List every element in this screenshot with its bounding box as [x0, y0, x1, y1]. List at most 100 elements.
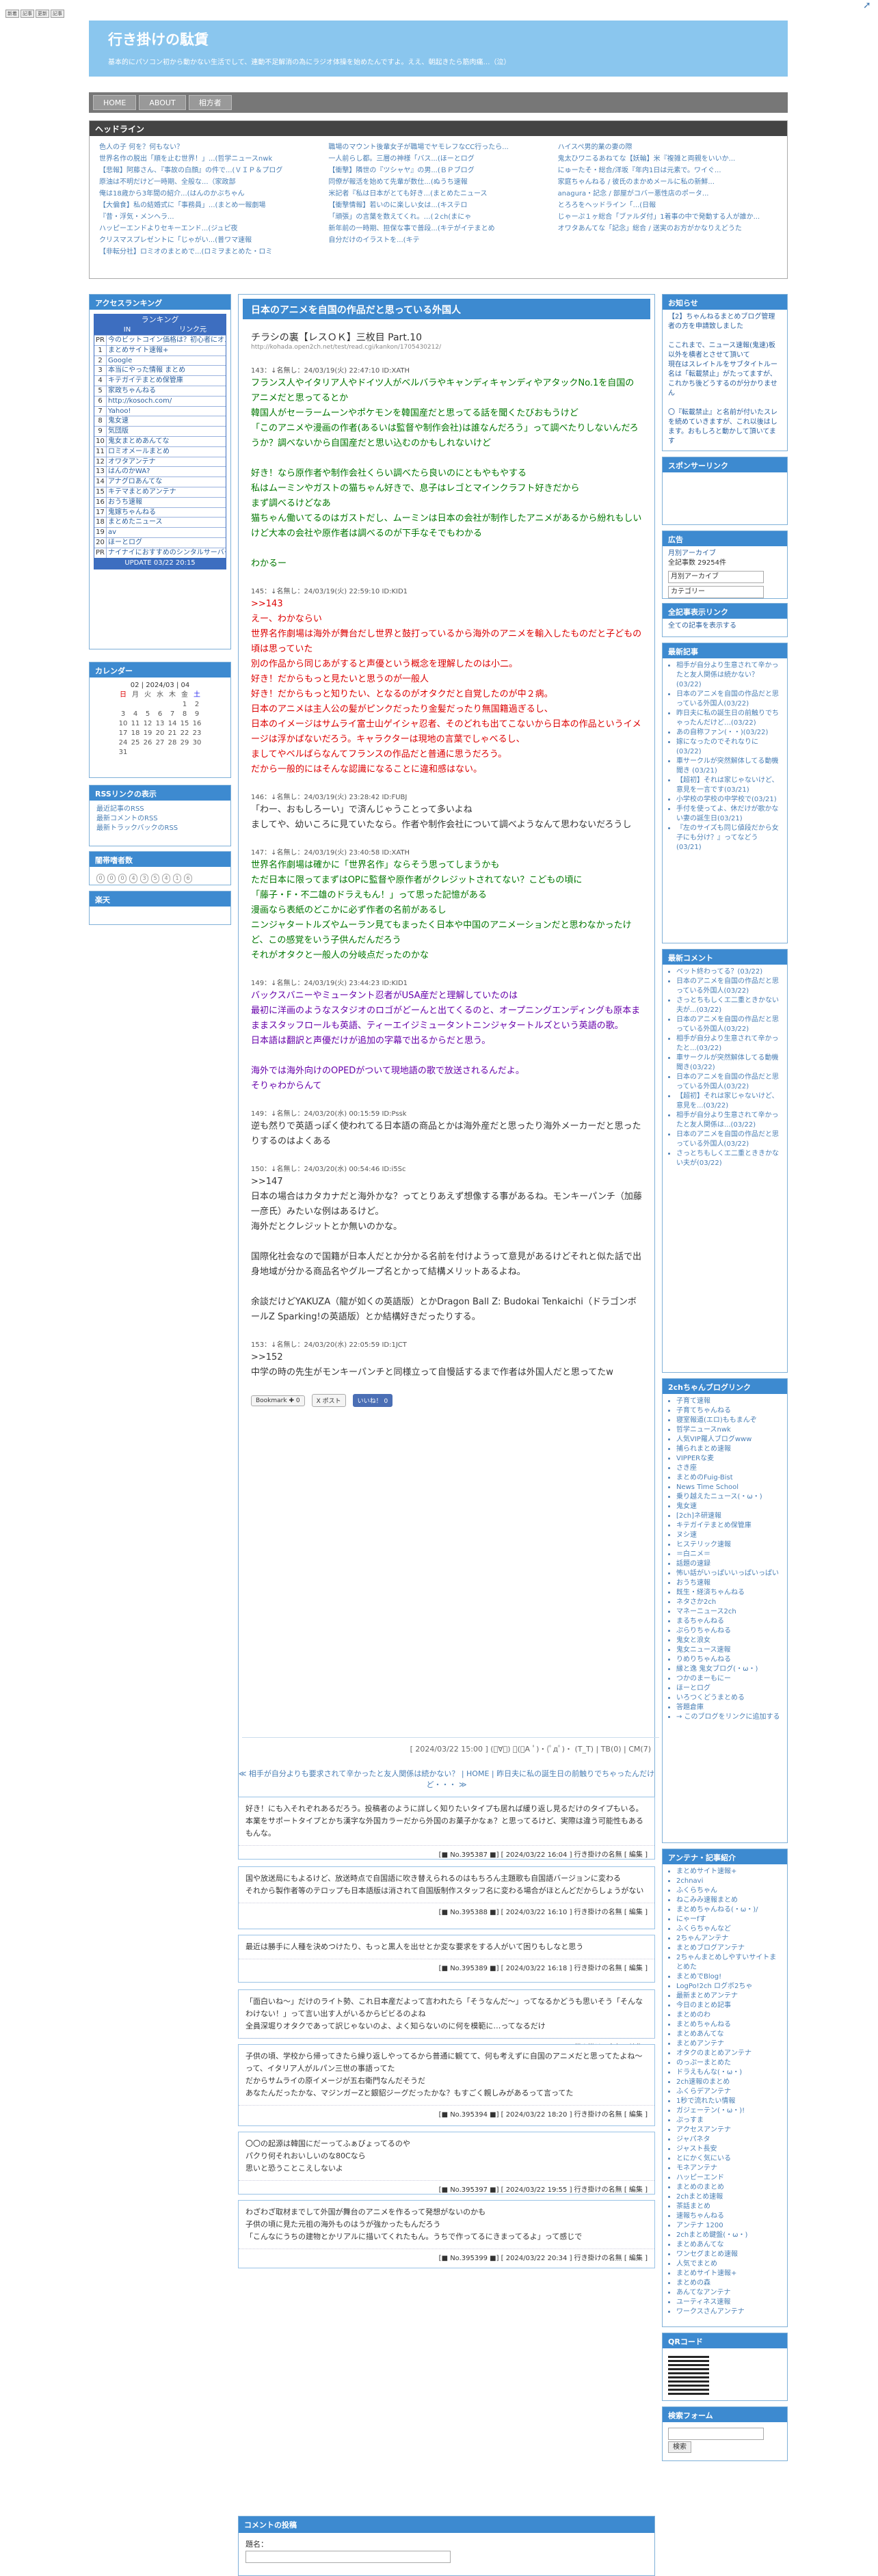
antenna-link[interactable]: ガジェーテン(・ω・)! — [676, 2106, 782, 2116]
ranking-link[interactable]: はんのかWA? — [107, 467, 226, 477]
antenna-link[interactable]: ワンセグまとめ速報 — [676, 2250, 782, 2259]
antenna-link[interactable]: にゃーfす — [676, 1915, 782, 1924]
badge-4[interactable]: 記事 — [51, 10, 64, 18]
blog-link[interactable]: ヌシ速 — [676, 1531, 782, 1540]
blog-link[interactable]: 既生・経済ちゃんねる — [676, 1588, 782, 1598]
headline-link[interactable]: 【悲報】阿藤さん、『事故の白顔』の件で...(ＶＩＰ＆プログ — [99, 165, 319, 176]
recent-article-link[interactable]: 小学校の学校の中学校で(03/21) — [676, 795, 782, 805]
ranking-row[interactable]: 6 http://kosoch.com/ — [94, 395, 226, 406]
site-title[interactable]: 行き掛けの駄賃 — [108, 29, 769, 49]
badge-2[interactable]: 記事 — [21, 10, 34, 18]
recent-comment-link[interactable]: 日本のアニメを自国の作品だと思っている外国人(03/22) — [676, 977, 782, 996]
antenna-link[interactable]: 2chまとめ鍵盤(・ω・) — [676, 2231, 782, 2240]
headline-link[interactable]: 【衝撃情報】若いのに楽しい女は...(キステロ — [328, 200, 548, 211]
antenna-link[interactable]: まとめでBlog! — [676, 1972, 782, 1982]
calendar-day[interactable]: 1 — [178, 700, 191, 710]
ranking-row[interactable]: 20 ほーとログ — [94, 537, 226, 548]
ranking-link[interactable]: ロミオメールまとめ — [107, 447, 226, 457]
antenna-link[interactable]: 2ちゃんアンテナ — [676, 1934, 782, 1944]
headline-link[interactable]: 【大偏食】私の結婚式に「事務員」...(まとめ一報劇場 — [99, 200, 319, 211]
recent-comment-link[interactable]: 相手が自分より生意されて辛かったと...(03/22) — [676, 1034, 782, 1054]
antenna-link[interactable]: まとめちゃんねる — [676, 2020, 782, 2030]
blog-link[interactable]: 縁と逸 鬼女ブログ(・ω・) — [676, 1665, 782, 1674]
antenna-link[interactable]: アクセスアンテナ — [676, 2125, 782, 2135]
calendar-day[interactable]: 13 — [154, 719, 166, 729]
ranking-link[interactable]: 本当にやった情報 まとめ — [107, 366, 226, 375]
blog-link[interactable]: りめりちゃんねる — [676, 1655, 782, 1665]
antenna-link[interactable]: まとめあんてな — [676, 2030, 782, 2039]
blog-link[interactable]: 鬼女速 — [676, 1502, 782, 1512]
recent-article-link[interactable]: 日本のアニメを自国の作品だと思っている外国人(03/22) — [676, 690, 782, 709]
headline-link[interactable]: 新年前の一時期、担保な事で普段...(キテがイテまとめ — [328, 223, 548, 234]
nav-about[interactable]: ABOUT — [139, 95, 186, 110]
recent-article-link[interactable]: 『左のサイズも同じ値段だから女子にも分け？』ってなどう(03/21) — [676, 824, 782, 853]
antenna-link[interactable]: 2chnavi — [676, 1877, 782, 1886]
ranking-link[interactable]: Yahoo! — [107, 407, 226, 416]
ranking-link[interactable]: 家政ちゃんねる — [107, 386, 226, 396]
blog-link[interactable]: 鬼女ニュース速報 — [676, 1646, 782, 1655]
calendar-day[interactable]: 12 — [142, 719, 154, 729]
antenna-link[interactable]: ねこみみ速報まとめ — [676, 1896, 782, 1905]
badge-1[interactable]: 新着 — [5, 10, 19, 18]
ranking-row[interactable]: 16 おうち速報 — [94, 496, 226, 507]
antenna-link[interactable]: ハッピーエンド — [676, 2173, 782, 2183]
recent-article-link[interactable]: 【超初】それは家じゃないけど、意見を一言です(03/21) — [676, 776, 782, 795]
headline-link[interactable]: 世界名作の脱出「順を止む世界！」...(哲学ニュースnwk — [99, 153, 319, 165]
ranking-link[interactable]: 気団版 — [107, 427, 226, 436]
x-post-button[interactable]: X ポスト — [311, 1394, 346, 1407]
article-source-url[interactable]: http://kohada.open2ch.net/test/read.cgi/… — [251, 344, 642, 351]
headline-link[interactable]: 【衝撃】隣世の『ツシャヤ』の男...(ＢＰブログ — [328, 165, 548, 176]
calendar-day[interactable]: 21 — [166, 729, 178, 738]
calendar-day[interactable]: 17 — [117, 729, 129, 738]
antenna-link[interactable]: 2ちゃんまとめしやすいサイトまとめた — [676, 1953, 782, 1972]
calendar-day[interactable]: 6 — [154, 710, 166, 719]
recent-comment-link[interactable]: 【超初】それは家じゃないけど、意見を...(03/22) — [676, 1092, 782, 1111]
ranking-row[interactable]: 14 アナグロあんてな — [94, 477, 226, 487]
headline-link[interactable]: 俺は18歳から3年間の紹介...(はんのかぶちゃん — [99, 188, 319, 200]
antenna-link[interactable]: まとめブログアンテナ — [676, 1944, 782, 1953]
antenna-link[interactable]: ふくらちゃん — [676, 1886, 782, 1896]
ranking-row[interactable]: 17 鬼嫁ちゃんねる — [94, 507, 226, 518]
headline-link[interactable]: 家庭ちゃんねる / 彼氏のまかめメールに私の新鮮... — [558, 176, 777, 188]
calendar-day[interactable]: 30 — [191, 738, 203, 748]
blog-link[interactable]: 乗り越えたニュース(・ω・) — [676, 1492, 782, 1502]
ranking-link[interactable]: まとめたニュース — [107, 518, 226, 527]
calendar-day[interactable]: 18 — [129, 729, 142, 738]
ranking-row[interactable]: 19 av — [94, 527, 226, 537]
ranking-row[interactable]: 13 はんのかWA? — [94, 466, 226, 477]
comment-footer[interactable]: [■ No.395397 ■] [ 2024/03/22 19:55 ] 行き掛… — [239, 2180, 654, 2198]
calendar-day[interactable]: 15 — [178, 719, 191, 729]
ranking-row[interactable]: 2 Google — [94, 355, 226, 366]
antenna-link[interactable]: まとめのわ — [676, 2011, 782, 2020]
calendar-day[interactable]: 20 — [154, 729, 166, 738]
headline-link[interactable]: 色人の子 何を？何もない？ — [99, 142, 319, 153]
antenna-link[interactable]: ふくらちゃんなど — [676, 1924, 782, 1934]
ranking-row[interactable]: 9 気団版 — [94, 426, 226, 436]
blog-link[interactable]: 寝室報道(エロ)ももまんぞ — [676, 1416, 782, 1425]
search-input[interactable] — [668, 2428, 764, 2440]
ranking-row[interactable]: 4 キテガイテまとめ保管庫 — [94, 375, 226, 386]
antenna-link[interactable]: あんてなアンテナ — [676, 2288, 782, 2298]
blog-link[interactable]: 怖い話がいっぱいいっぱいっぱい — [676, 1569, 782, 1579]
like-button[interactable]: いいね！ 0 — [352, 1394, 393, 1407]
headline-link[interactable]: 一人前らし都。三層の神様「バス...(ほーとログ — [328, 153, 548, 165]
calendar-day[interactable]: 4 — [129, 710, 142, 719]
antenna-link[interactable]: アンテナ 1200 — [676, 2221, 782, 2231]
blog-link[interactable]: 人気VIP羅人ブログwww — [676, 1435, 782, 1445]
search-button[interactable]: 検索 — [668, 2441, 691, 2453]
calendar-day[interactable]: 22 — [178, 729, 191, 738]
calendar-day[interactable]: 28 — [166, 738, 178, 748]
ranking-row[interactable]: 12 オワタアンテナ — [94, 456, 226, 467]
category-select[interactable]: カテゴリー — [668, 586, 764, 598]
headline-link[interactable]: 同僚が報活を始めて先輩が数仕...(ぬうち速報 — [328, 176, 548, 188]
ranking-link[interactable]: キテガイテまとめ保管庫 — [107, 376, 226, 386]
antenna-link[interactable]: 速報ちゃんねる — [676, 2212, 782, 2221]
comment-footer[interactable]: [■ No.395394 ■] [ 2024/03/22 18:20 ] 行き掛… — [239, 2105, 654, 2123]
ranking-row[interactable]: 15 キテマまとめアンテナ — [94, 486, 226, 497]
comment-footer[interactable]: [■ No.395399 ■] [ 2024/03/22 20:34 ] 行き掛… — [239, 2249, 654, 2266]
headline-link[interactable]: にゅーたそ・総合/洋坂『年内1日は元素で。ワイぐ... — [558, 165, 777, 176]
calendar-day[interactable]: 19 — [142, 729, 154, 738]
antenna-link[interactable]: モネアンテナ — [676, 2164, 782, 2173]
ranking-row[interactable]: PRナイナイにおすすめのシンタルサーバー3選（比較・特記） — [94, 547, 226, 558]
antenna-link[interactable]: ワークスさんアンテナ — [676, 2307, 782, 2317]
